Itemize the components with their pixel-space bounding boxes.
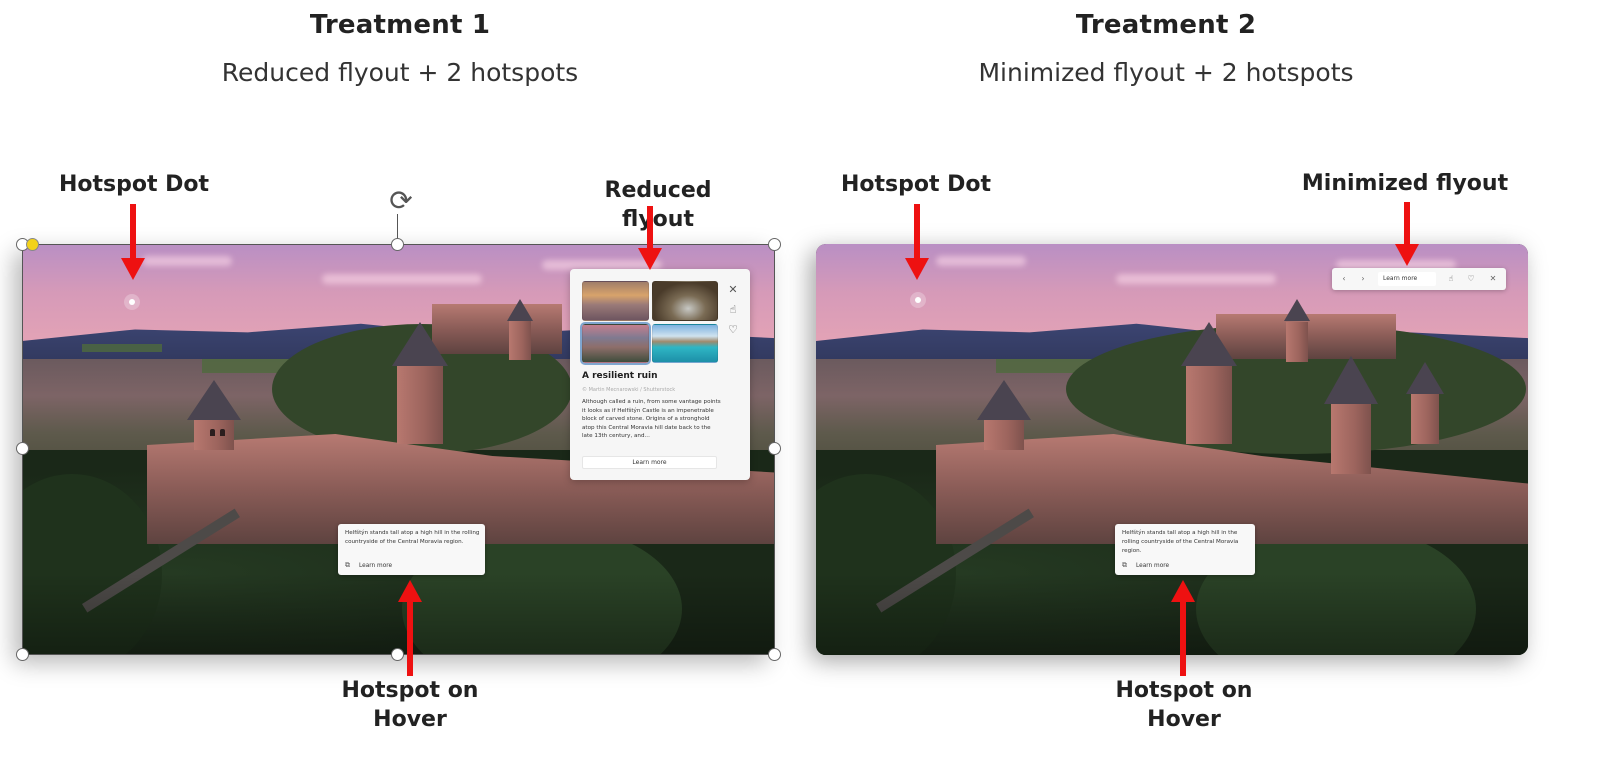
treatment-2-subtitle: Minimized flyout + 2 hotspots (978, 58, 1354, 87)
treatment-1-title: Treatment 1 (309, 10, 491, 40)
window (220, 429, 225, 436)
hover-learn-more-link[interactable]: ⧉ Learn more (1122, 561, 1169, 570)
hotspot-hover-label: Hotspot on Hover (1094, 676, 1274, 734)
minimized-flyout: ‹ › Learn more ☝ ♡ ✕ (1332, 268, 1506, 290)
castle-tower (1411, 394, 1439, 444)
tower-roof (1181, 322, 1237, 366)
thumbnail-sunset[interactable] (582, 281, 649, 321)
cloud (936, 256, 1026, 266)
thumbnail-bay[interactable] (651, 323, 718, 363)
resize-handle-right[interactable] (768, 442, 781, 455)
arrow-to-hotspot-dot (121, 204, 145, 280)
castle-tower (984, 420, 1024, 450)
resize-handle-left[interactable] (16, 442, 29, 455)
resize-handle-top-right[interactable] (768, 238, 781, 251)
treatment-2-title: Treatment 2 (1075, 10, 1257, 40)
reduced-flyout: ✕ ☝ ♡ A resilient ruin © Martin Mecnarow… (570, 269, 750, 480)
castle-tower (1186, 364, 1232, 444)
resize-handle-top[interactable] (391, 238, 404, 251)
flyout-description: Although called a ruin, from some vantag… (582, 399, 721, 440)
window (210, 429, 215, 436)
like-icon[interactable]: ☝ (726, 301, 740, 319)
tower-roof (1284, 299, 1310, 321)
hotspot-hover-label-line2: Hover (1147, 707, 1221, 732)
close-icon[interactable]: ✕ (726, 281, 740, 299)
flyout-credit: © Martin Mecnarowski / Shutterstock (582, 387, 676, 393)
treatment-1-panel: Treatment 1 Reduced flyout + 2 hotspots … (0, 0, 800, 768)
arrow-to-hover-card (398, 580, 422, 676)
hotspot-dot[interactable] (124, 294, 140, 310)
hotspot-hover-card: Helfštýn stands tall atop a high hill in… (338, 524, 485, 575)
castle-tower (397, 364, 443, 444)
field (82, 344, 162, 352)
flyout-title: A resilient ruin (582, 371, 658, 381)
dislike-icon[interactable]: ♡ (1464, 268, 1478, 290)
tower-roof (187, 380, 241, 420)
dislike-icon[interactable]: ♡ (726, 321, 740, 339)
hotspot-hover-label-line1: Hotspot on (341, 678, 479, 703)
learn-more-button[interactable]: Learn more (582, 456, 717, 469)
arrow-to-hover-card (1171, 580, 1195, 676)
hotspot-dot[interactable] (910, 292, 926, 308)
hotspot-hover-label-line1: Hotspot on (1115, 678, 1253, 703)
castle-tower (1331, 404, 1371, 474)
treatment-2-panel: Treatment 2 Minimized flyout + 2 hotspot… (800, 0, 1600, 768)
learn-more-button[interactable]: Learn more (1378, 272, 1436, 286)
hover-learn-more-label: Learn more (1136, 562, 1170, 569)
next-icon[interactable]: › (1357, 268, 1369, 290)
adjust-handle[interactable] (26, 238, 39, 251)
hotspot-dot-label: Hotspot Dot (840, 172, 992, 197)
flyout-actions: ✕ ☝ ♡ (726, 281, 740, 341)
thumbnail-castle-selected[interactable] (580, 321, 651, 365)
cloud (322, 274, 482, 284)
hover-card-text: Helfštýn stands tall atop a high hill in… (1122, 530, 1239, 554)
castle-tower (509, 320, 531, 360)
cloud (142, 256, 232, 266)
resize-handle-bottom-left[interactable] (16, 648, 29, 661)
external-link-icon: ⧉ (345, 561, 350, 569)
rotate-icon[interactable]: ⟳ (385, 186, 417, 216)
thumbnail-grid (580, 281, 718, 365)
arrow-to-hotspot-dot (905, 204, 929, 280)
tower-roof (507, 299, 533, 321)
tower-roof (392, 322, 448, 366)
previous-icon[interactable]: ‹ (1338, 268, 1350, 290)
hover-card-text: Helfštýn stands tall atop a high hill in… (345, 530, 480, 545)
resize-handle-bottom-right[interactable] (768, 648, 781, 661)
arrow-to-flyout (1395, 202, 1419, 266)
hotspot-hover-label-line2: Hover (373, 707, 447, 732)
hover-learn-more-label: Learn more (359, 562, 393, 569)
tower-roof (1406, 362, 1444, 394)
hotspot-hover-card: Helfštýn stands tall atop a high hill in… (1115, 524, 1255, 575)
thumbnail-cave[interactable] (651, 281, 718, 321)
cloud (1116, 274, 1276, 284)
castle-tower (1286, 322, 1308, 362)
hotspot-dot-label: Hotspot Dot (58, 172, 210, 197)
external-link-icon: ⧉ (1122, 561, 1127, 569)
arrow-to-flyout (638, 206, 662, 270)
like-icon[interactable]: ☝ (1444, 268, 1458, 290)
tower-roof (1324, 356, 1378, 404)
minimized-flyout-label: Minimized flyout (1301, 171, 1509, 196)
treatment-1-subtitle: Reduced flyout + 2 hotspots (221, 58, 579, 87)
close-icon[interactable]: ✕ (1486, 268, 1500, 290)
tower-roof (977, 380, 1031, 420)
hover-learn-more-link[interactable]: ⧉ Learn more (345, 561, 392, 570)
hotspot-hover-label: Hotspot on Hover (320, 676, 500, 734)
castle-wall-upper (432, 304, 562, 354)
